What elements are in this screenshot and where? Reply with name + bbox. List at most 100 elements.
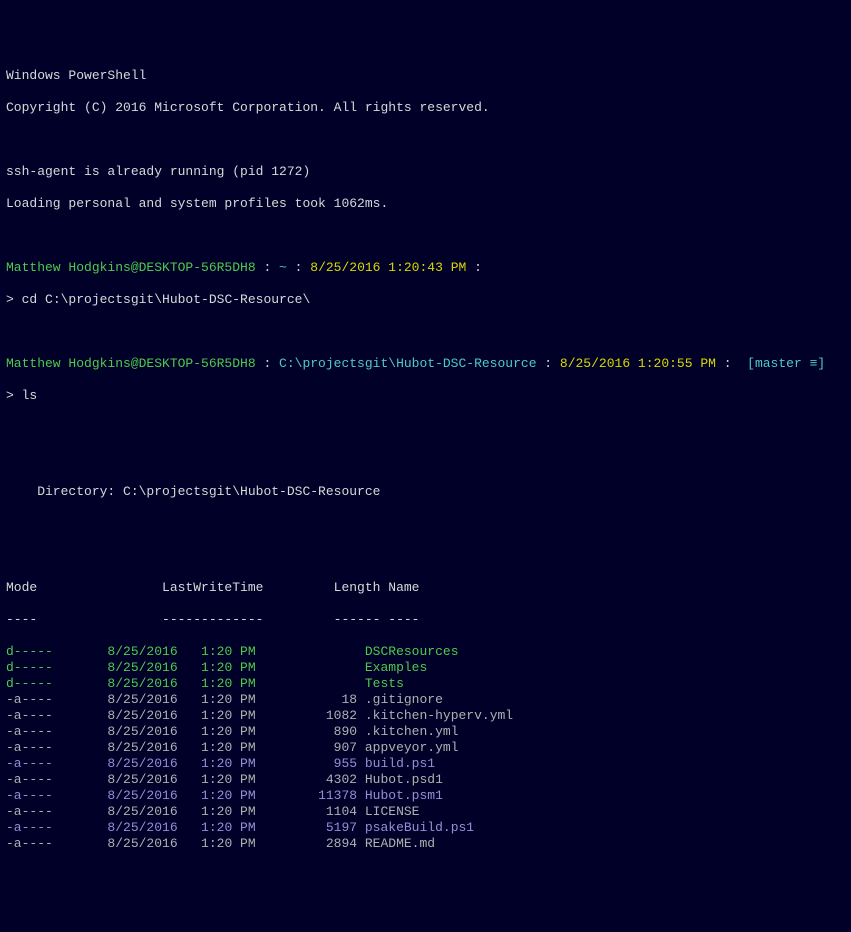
prompt-line-1: Matthew Hodgkins@DESKTOP-56R5DH8 : ~ : 8… xyxy=(6,260,845,276)
listing-row: -a---- 8/25/2016 1:20 PM 5197 psakeBuild… xyxy=(6,820,845,836)
col-time: 1:20 PM xyxy=(178,660,256,675)
prompt-arrow: > xyxy=(6,388,22,403)
col-name: .kitchen.yml xyxy=(357,724,458,739)
col-time: 1:20 PM xyxy=(178,724,256,739)
listing-row: -a---- 8/25/2016 1:20 PM 2894 README.md xyxy=(6,836,845,852)
col-length: 907 xyxy=(256,740,357,755)
col-date: 8/25/2016 xyxy=(107,708,177,723)
col-mode: -a---- xyxy=(6,708,107,723)
listing-row: d----- 8/25/2016 1:20 PM DSCResources xyxy=(6,644,845,660)
sep: : xyxy=(256,356,279,371)
col-length: 955 xyxy=(256,756,357,771)
col-length: 1104 xyxy=(256,804,357,819)
blank-line xyxy=(6,420,845,436)
col-date: 8/25/2016 xyxy=(107,804,177,819)
col-date: 8/25/2016 xyxy=(107,692,177,707)
sep: : xyxy=(256,260,279,275)
listing-row: -a---- 8/25/2016 1:20 PM 1082 .kitchen-h… xyxy=(6,708,845,724)
blank-line xyxy=(6,516,845,532)
col-length: 11378 xyxy=(256,788,357,803)
col-length xyxy=(256,660,357,675)
listing-row: -a---- 8/25/2016 1:20 PM 955 build.ps1 xyxy=(6,756,845,772)
listing-row: -a---- 8/25/2016 1:20 PM 1104 LICENSE xyxy=(6,804,845,820)
col-date: 8/25/2016 xyxy=(107,772,177,787)
prompt-arrow: > xyxy=(6,292,22,307)
command-line-2[interactable]: > ls xyxy=(6,388,845,404)
git-branch: [master ≡] xyxy=(747,356,825,371)
col-mode: d----- xyxy=(6,676,107,691)
sep: : xyxy=(537,356,560,371)
col-date: 8/25/2016 xyxy=(107,836,177,851)
sep: : xyxy=(287,260,310,275)
col-time: 1:20 PM xyxy=(178,676,256,691)
col-date: 8/25/2016 xyxy=(107,740,177,755)
listing-row: -a---- 8/25/2016 1:20 PM 4302 Hubot.psd1 xyxy=(6,772,845,788)
ssh-status: ssh-agent is already running (pid 1272) xyxy=(6,164,845,180)
userhost: Matthew Hodgkins@DESKTOP-56R5DH8 xyxy=(6,260,256,275)
col-name: README.md xyxy=(357,836,435,851)
col-mode: d----- xyxy=(6,660,107,675)
col-length: 2894 xyxy=(256,836,357,851)
col-time: 1:20 PM xyxy=(178,820,256,835)
col-date: 8/25/2016 xyxy=(107,644,177,659)
col-length: 4302 xyxy=(256,772,357,787)
profile-status: Loading personal and system profiles too… xyxy=(6,196,845,212)
col-mode: -a---- xyxy=(6,756,107,771)
col-name: Examples xyxy=(357,660,427,675)
col-time: 1:20 PM xyxy=(178,788,256,803)
col-name: DSCResources xyxy=(357,644,458,659)
listing-row: d----- 8/25/2016 1:20 PM Tests xyxy=(6,676,845,692)
col-time: 1:20 PM xyxy=(178,644,256,659)
col-time: 1:20 PM xyxy=(178,740,256,755)
col-length: 18 xyxy=(256,692,357,707)
col-mode: -a---- xyxy=(6,724,107,739)
col-length xyxy=(256,644,357,659)
directory-line: Directory: C:\projectsgit\Hubot-DSC-Reso… xyxy=(6,484,845,500)
col-name: appveyor.yml xyxy=(357,740,458,755)
cwd: ~ xyxy=(279,260,287,275)
timestamp: 8/25/2016 1:20:55 PM xyxy=(560,356,716,371)
blank-line xyxy=(6,548,845,564)
col-name: Hubot.psd1 xyxy=(357,772,443,787)
userhost: Matthew Hodgkins@DESKTOP-56R5DH8 xyxy=(6,356,256,371)
col-length: 1082 xyxy=(256,708,357,723)
sep: : xyxy=(466,260,482,275)
command-line-1[interactable]: > cd C:\projectsgit\Hubot-DSC-Resource\ xyxy=(6,292,845,308)
col-time: 1:20 PM xyxy=(178,708,256,723)
col-mode: -a---- xyxy=(6,692,107,707)
col-mode: -a---- xyxy=(6,820,107,835)
col-length: 890 xyxy=(256,724,357,739)
timestamp: 8/25/2016 1:20:43 PM xyxy=(310,260,466,275)
col-name: .gitignore xyxy=(357,692,443,707)
ps-copyright: Copyright (C) 2016 Microsoft Corporation… xyxy=(6,100,845,116)
col-name: build.ps1 xyxy=(357,756,435,771)
listing-row: -a---- 8/25/2016 1:20 PM 907 appveyor.ym… xyxy=(6,740,845,756)
cwd: C:\projectsgit\Hubot-DSC-Resource xyxy=(279,356,536,371)
sep: : xyxy=(716,356,747,371)
command-ls: ls xyxy=(22,388,38,403)
listing-row: -a---- 8/25/2016 1:20 PM 18 .gitignore xyxy=(6,692,845,708)
col-date: 8/25/2016 xyxy=(107,676,177,691)
col-mode: -a---- xyxy=(6,788,107,803)
col-date: 8/25/2016 xyxy=(107,820,177,835)
col-time: 1:20 PM xyxy=(178,836,256,851)
col-name: Tests xyxy=(357,676,404,691)
col-date: 8/25/2016 xyxy=(107,724,177,739)
prompt-line-2: Matthew Hodgkins@DESKTOP-56R5DH8 : C:\pr… xyxy=(6,356,845,372)
col-time: 1:20 PM xyxy=(178,804,256,819)
listing-row: -a---- 8/25/2016 1:20 PM 890 .kitchen.ym… xyxy=(6,724,845,740)
ps-title: Windows PowerShell xyxy=(6,68,845,84)
blank-line xyxy=(6,228,845,244)
col-name: Hubot.psm1 xyxy=(357,788,443,803)
blank-line xyxy=(6,324,845,340)
col-name: psakeBuild.ps1 xyxy=(357,820,474,835)
listing-body: d----- 8/25/2016 1:20 PM DSCResourcesd--… xyxy=(6,644,845,852)
col-mode: -a---- xyxy=(6,740,107,755)
col-mode: -a---- xyxy=(6,804,107,819)
col-date: 8/25/2016 xyxy=(107,660,177,675)
col-name: LICENSE xyxy=(357,804,419,819)
col-time: 1:20 PM xyxy=(178,756,256,771)
listing-header: Mode LastWriteTime Length Name xyxy=(6,580,845,596)
col-date: 8/25/2016 xyxy=(107,756,177,771)
col-time: 1:20 PM xyxy=(178,772,256,787)
